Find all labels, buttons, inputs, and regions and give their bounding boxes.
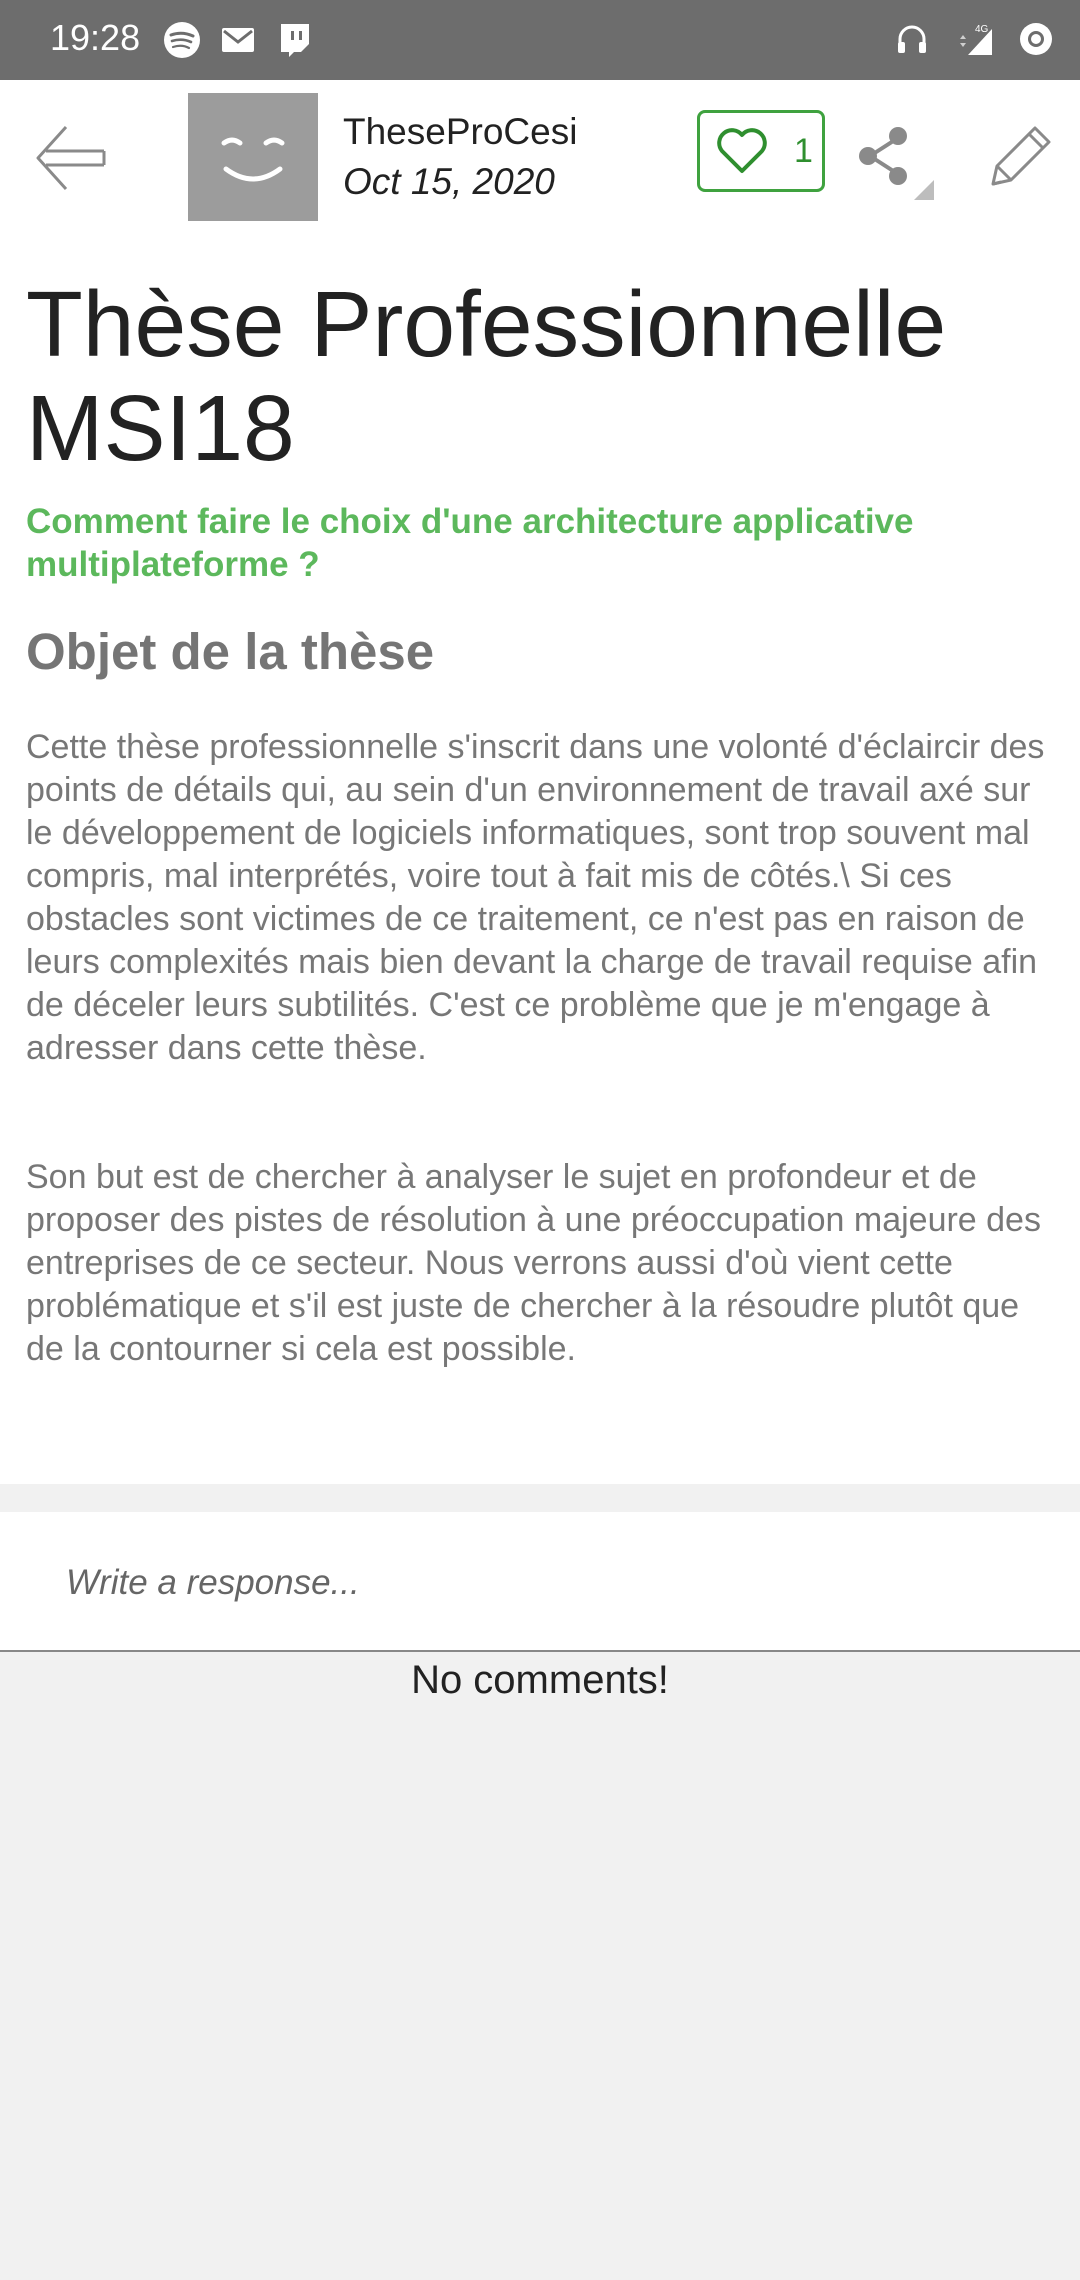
article-paragraph: Cette thèse professionnelle s'inscrit da… <box>26 728 1045 1067</box>
headphones-icon <box>898 25 926 53</box>
twitch-icon <box>281 24 309 57</box>
avatar-smile-icon <box>221 137 285 182</box>
pencil-icon <box>991 126 1051 186</box>
status-time: 19:28 <box>50 17 141 58</box>
article-content: Thèse Professionnelle MSI18 Comment fair… <box>0 234 1080 1484</box>
svg-text:4G: 4G <box>975 24 989 35</box>
like-count: 1 <box>794 132 813 170</box>
back-button[interactable] <box>30 115 116 201</box>
like-button[interactable]: 1 <box>697 110 825 192</box>
gmail-icon <box>222 28 254 52</box>
signal-4g-icon: 4G <box>960 24 992 55</box>
article-title: Thèse Professionnelle MSI18 <box>26 272 947 480</box>
status-bar: 19:28 4G <box>0 0 1080 80</box>
sync-icon <box>1020 23 1052 55</box>
section-heading: Objet de la thèse <box>26 623 435 680</box>
share-icon <box>859 127 934 200</box>
avatar[interactable] <box>188 93 318 221</box>
post-date: Oct 15, 2020 <box>343 161 555 202</box>
back-arrow-icon <box>36 125 106 191</box>
article-paragraph: Son but est de chercher à analyser le su… <box>26 1158 1041 1368</box>
share-button[interactable] <box>848 114 938 204</box>
app-bar: TheseProCesi Oct 15, 2020 1 <box>0 80 1080 235</box>
no-comments-message: No comments! <box>411 1658 669 1702</box>
edit-button[interactable] <box>975 114 1065 204</box>
heart-icon <box>717 128 767 173</box>
notification-icons <box>162 19 314 61</box>
response-input[interactable] <box>64 1542 1028 1624</box>
author-name[interactable]: TheseProCesi <box>343 110 577 154</box>
response-box <box>0 1512 1080 1652</box>
article-subtitle: Comment faire le choix d'une architectur… <box>26 502 914 584</box>
system-icons: 4G <box>892 16 1056 62</box>
spotify-icon <box>164 22 200 58</box>
